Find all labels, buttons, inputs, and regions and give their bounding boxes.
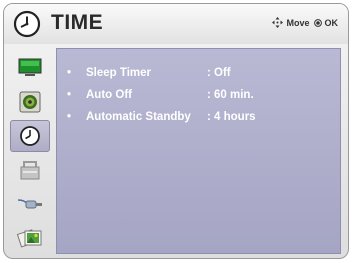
bullet: •	[67, 111, 72, 123]
automatic-standby-value: : 4 hours	[207, 111, 256, 123]
sidebar-item-audio[interactable]	[10, 86, 50, 118]
menu-header: TIME Move OK	[4, 4, 348, 44]
move-arrows-icon	[272, 17, 284, 28]
time-menu-panel: TIME Move OK • Sleep Timer: Off • Auto …	[3, 3, 349, 259]
menu-sidebar	[10, 48, 50, 254]
photo-stack-icon	[17, 229, 42, 248]
sleep-timer-value: : Off	[207, 67, 231, 79]
cable-plug-icon	[17, 199, 42, 209]
sidebar-item-time[interactable]	[10, 120, 50, 152]
bullet: •	[67, 89, 72, 101]
clock-icon	[13, 10, 41, 38]
sidebar-item-picture[interactable]	[10, 52, 50, 84]
page-title: TIME	[51, 11, 104, 34]
settings-panel: • Sleep Timer : Off • Auto Off : 60 min.…	[56, 48, 341, 254]
picture-icon	[18, 58, 42, 76]
automatic-standby-label: Automatic Standby	[86, 111, 191, 123]
sleep-timer-label: Sleep Timer	[86, 67, 151, 79]
ok-label: OK	[324, 17, 339, 28]
move-label: Move	[286, 17, 310, 28]
auto-off-value: : 60 min.	[207, 89, 254, 101]
nav-hint: Move OK	[272, 17, 338, 28]
clock-icon	[20, 126, 40, 146]
speaker-icon	[19, 91, 41, 113]
lock-icon	[20, 161, 40, 180]
auto-off-label: Auto Off	[86, 89, 132, 101]
sidebar-item-photos[interactable]	[10, 222, 50, 254]
sidebar-item-lock[interactable]	[10, 154, 50, 186]
ok-button-icon	[313, 18, 322, 27]
bullet: •	[67, 67, 72, 79]
sidebar-item-input[interactable]	[10, 188, 50, 220]
